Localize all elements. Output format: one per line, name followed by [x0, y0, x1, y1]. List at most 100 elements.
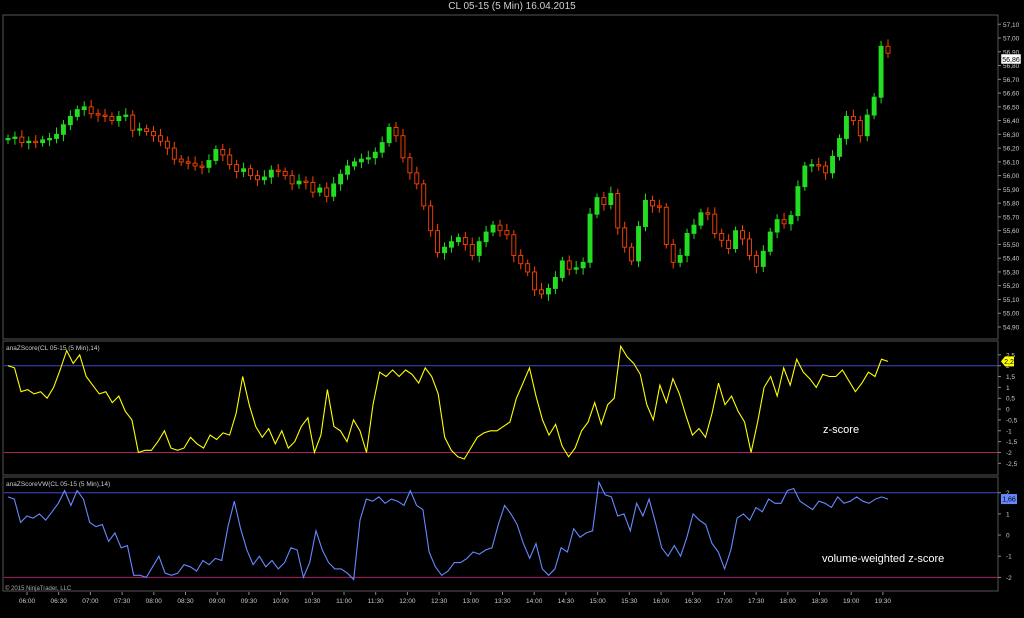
candle-body: [511, 234, 517, 256]
candle-body: [88, 106, 94, 115]
candle-body: [227, 154, 233, 166]
candle: [109, 112, 115, 125]
y-tick-label: 1,5: [1006, 374, 1015, 381]
candle: [345, 159, 350, 180]
x-tick-label: 15:00: [589, 598, 606, 605]
candle: [81, 101, 87, 116]
candle-body: [102, 114, 108, 117]
candle: [144, 124, 150, 136]
candle-body: [74, 109, 80, 117]
candle-body: [691, 224, 697, 234]
candle: [234, 159, 240, 179]
candle: [546, 283, 551, 301]
candle-body: [518, 254, 524, 265]
candle-body: [629, 246, 635, 262]
candle: [885, 39, 891, 58]
candle: [47, 132, 53, 147]
y-tick-label: -2: [1006, 450, 1012, 457]
candle: [33, 135, 39, 149]
candle-body: [760, 250, 766, 267]
candle: [407, 152, 413, 180]
zscore-vw-panel[interactable]: anaZScoreVW(CL 05-15 (5 Min),14) 210-1-2…: [2, 476, 1017, 592]
candle-body: [504, 230, 510, 236]
x-tick-label: 06:30: [51, 598, 68, 605]
candle-body: [241, 168, 247, 172]
price-y-tick-label: 56,40: [1003, 118, 1020, 125]
candle: [719, 228, 725, 248]
candle: [878, 40, 884, 104]
candle: [587, 207, 593, 268]
candle: [171, 141, 177, 165]
candle-body: [234, 164, 240, 172]
candle-body: [12, 136, 18, 139]
candle: [317, 183, 323, 197]
candle: [830, 150, 836, 179]
candle-body: [573, 267, 579, 270]
candle: [497, 219, 503, 237]
candle-body: [317, 187, 323, 193]
candle: [151, 126, 156, 142]
candle-body: [837, 138, 842, 157]
candle: [289, 170, 295, 191]
price-y-tick-label: 55,30: [1003, 269, 1020, 276]
candle-body: [400, 135, 406, 159]
candle: [601, 192, 607, 211]
candle-body: [386, 127, 392, 144]
candle-body: [767, 231, 773, 252]
x-tick-label: 16:30: [685, 598, 702, 605]
candle: [393, 121, 399, 142]
zscore-vw-series-line: [7, 480, 889, 581]
candle: [649, 195, 655, 213]
zscore-vw-panel-frame: [2, 476, 999, 592]
chart-canvas[interactable]: 54,90 55,00 55,10 55,20 55,30 55,40 55,50 55,60…: [0, 0, 1024, 618]
candle: [566, 255, 572, 276]
candle: [379, 136, 385, 158]
candle: [88, 99, 94, 119]
candle: [428, 200, 434, 237]
candle: [324, 182, 330, 203]
candle-body: [712, 213, 718, 234]
candle-body: [781, 219, 787, 225]
candle: [837, 134, 842, 161]
candle-body: [428, 205, 434, 232]
zscore-vw-last-marker: 1,66: [1001, 494, 1017, 505]
candle: [656, 199, 662, 213]
price-y-tick-label: 55,10: [1003, 297, 1020, 304]
candle: [753, 250, 759, 274]
x-tick-label: 12:00: [399, 598, 416, 605]
candle: [691, 218, 697, 239]
candle-body: [726, 239, 732, 250]
candle-body: [5, 138, 11, 141]
zscore-vw-last-label: 1,66: [1002, 497, 1016, 504]
candle-body: [462, 237, 468, 245]
candle: [698, 208, 704, 230]
candle-body: [809, 164, 815, 167]
candle: [823, 161, 829, 180]
candle: [178, 154, 184, 166]
candle: [254, 170, 260, 186]
x-tick-label: 14:30: [558, 598, 575, 605]
candle-body: [622, 227, 628, 248]
candle: [67, 110, 73, 131]
price-panel-frame: [2, 14, 999, 340]
candle: [843, 110, 849, 145]
candle-body: [296, 180, 302, 185]
price-panel[interactable]: 54,90 55,00 55,10 55,20 55,30 55,40 55,50 55,60…: [2, 14, 1022, 340]
candle-body: [324, 187, 330, 197]
candle-body: [47, 138, 53, 141]
candle: [816, 157, 822, 171]
price-y-tick-label: 56,30: [1003, 132, 1020, 139]
candle: [421, 179, 427, 211]
x-tick-label: 10:00: [272, 598, 289, 605]
candle: [386, 123, 392, 147]
candle-body: [663, 206, 669, 245]
candle: [490, 221, 496, 237]
candle: [26, 136, 32, 150]
candle-body: [192, 162, 198, 167]
y-tick-label: 0: [1006, 407, 1010, 414]
candle: [636, 221, 642, 268]
zscore-panel[interactable]: anaZScore(CL 05-15 (5 Min),14) 2,521,510…: [2, 340, 1018, 476]
candle: [310, 176, 316, 198]
candle: [788, 210, 794, 231]
candle: [622, 221, 628, 253]
